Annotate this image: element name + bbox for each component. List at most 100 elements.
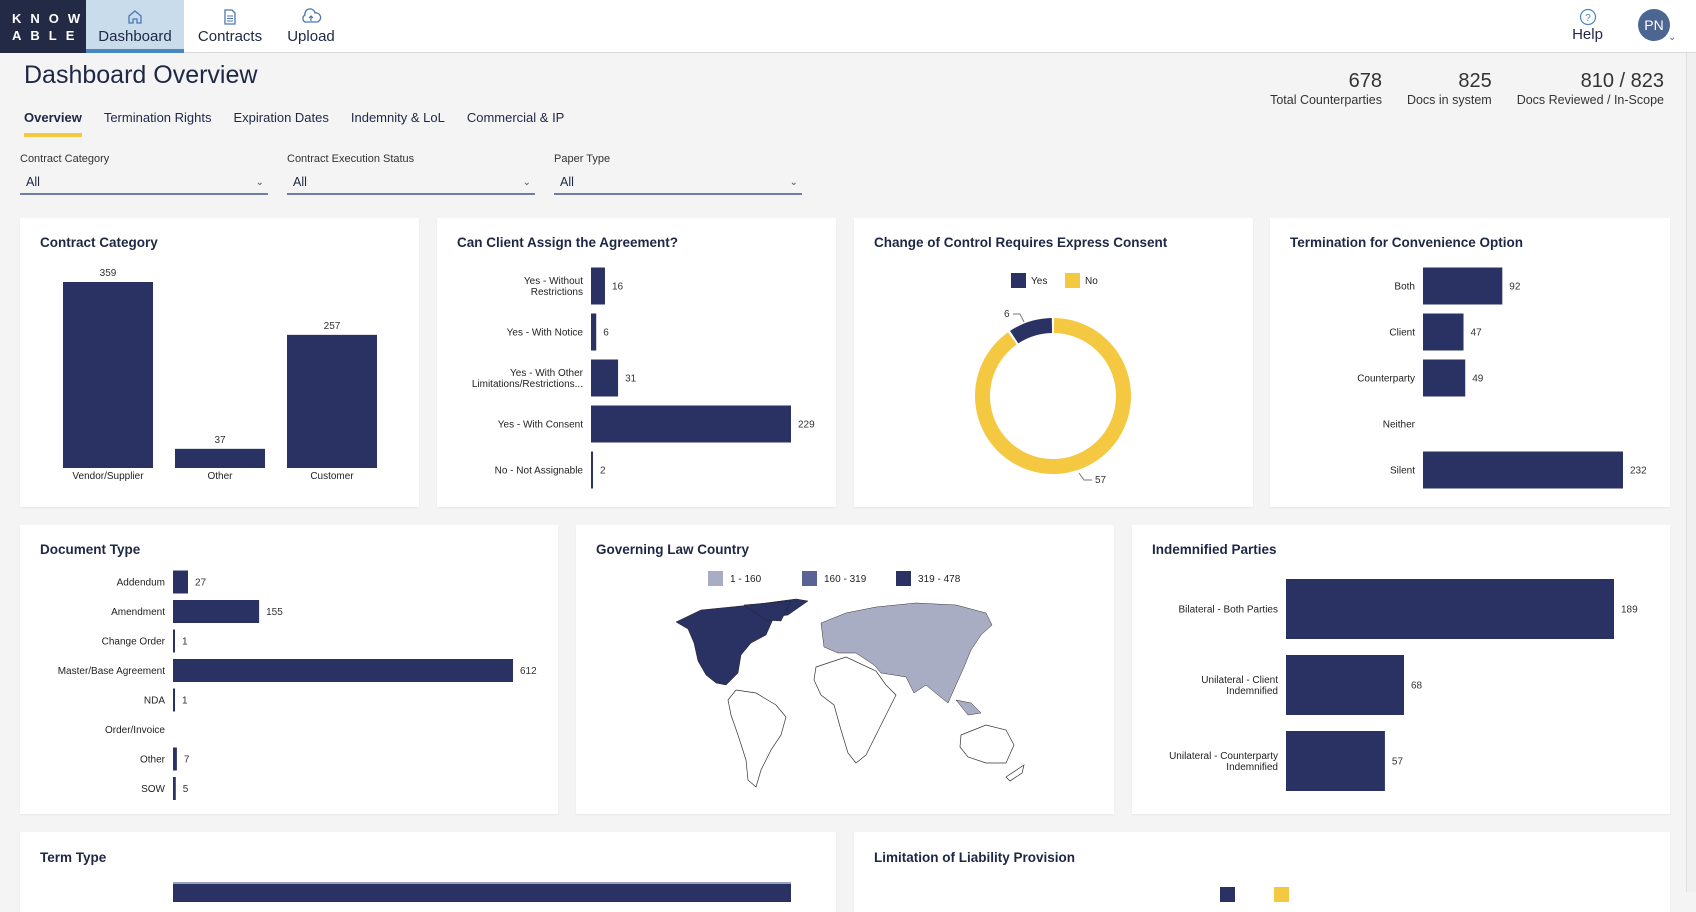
- category-label: Indemnified: [1226, 762, 1278, 773]
- world-map: [675, 598, 1025, 788]
- data-label: 229: [798, 420, 815, 431]
- category-label: No - Not Assignable: [495, 466, 584, 477]
- category-label: Unilateral - Client: [1201, 675, 1278, 686]
- data-label: 1: [182, 637, 188, 648]
- dashboard-tabs: Overview Termination Rights Expiration D…: [24, 110, 564, 137]
- donut-slice: [975, 318, 1131, 474]
- legend-swatch: [708, 571, 723, 586]
- data-label: 232: [1630, 466, 1647, 477]
- category-label: Other: [140, 755, 166, 766]
- bar: [1286, 579, 1614, 639]
- execution-status-select[interactable]: All ⌄: [287, 171, 535, 195]
- legend-swatch-yes: [1220, 887, 1235, 902]
- card-indemnified-parties: Indemnified Parties Bilateral - Both Par…: [1132, 525, 1670, 814]
- stat-total-counterparties: 678 Total Counterparties: [1270, 70, 1382, 107]
- page-scrollbar[interactable]: [1686, 53, 1696, 892]
- region-north-america: [675, 598, 809, 686]
- tab-termination-rights[interactable]: Termination Rights: [104, 110, 212, 137]
- card-contract-category: Contract Category 359 Vendor/Supplier 37 Ot…: [20, 218, 419, 507]
- data-label: 6: [603, 328, 609, 339]
- data-label: 57: [1095, 475, 1107, 486]
- legend-swatch: [896, 571, 911, 586]
- data-label: 155: [266, 607, 283, 618]
- tab-commercial-ip[interactable]: Commercial & IP: [467, 110, 565, 137]
- category-label: Neither: [1383, 420, 1416, 431]
- contract-category-chart: 359 Vendor/Supplier 37 Other 257 Customer: [63, 268, 377, 482]
- termination-convenience-chart: Both 92 Client 47 Counterparty 49 Neither Silen…: [1357, 267, 1647, 489]
- bar: [173, 570, 188, 594]
- chevron-down-icon: ⌄: [255, 176, 264, 188]
- data-label: 49: [1472, 374, 1484, 385]
- legend-swatch: [802, 571, 817, 586]
- bar: [1423, 359, 1466, 397]
- category-label: Counterparty: [1357, 374, 1415, 385]
- term-type-bar: [173, 882, 791, 902]
- bar: [591, 359, 619, 397]
- bar: [173, 747, 177, 771]
- bar: [591, 313, 597, 351]
- donut-slice: [1010, 318, 1053, 344]
- category-label: Yes - With Notice: [507, 328, 584, 339]
- card-document-type: Document Type Addendum 27 Amendment 155 Chan…: [20, 525, 558, 814]
- nav-upload[interactable]: Upload: [280, 0, 342, 53]
- data-label: 257: [324, 321, 341, 332]
- region-south-america: [727, 689, 787, 788]
- stat-docs-in-system: 825 Docs in system: [1406, 70, 1492, 107]
- filter-execution-status: Contract Execution Status All ⌄: [287, 153, 535, 195]
- data-label: 5: [183, 784, 189, 795]
- card-termination-convenience: Termination for Convenience Option Both 9…: [1270, 218, 1670, 507]
- paper-type-select[interactable]: All ⌄: [554, 171, 802, 195]
- tab-expiration-dates[interactable]: Expiration Dates: [233, 110, 328, 137]
- data-label: 359: [100, 268, 117, 279]
- legend-swatch-yes: [1011, 273, 1026, 288]
- top-navigation-bar: KNOW ABLE Dashboard Contracts Upload ? H…: [0, 0, 1696, 53]
- category-label: Limitations/Restrictions...: [472, 379, 583, 390]
- bar: [1286, 731, 1385, 791]
- bar: [591, 451, 593, 489]
- knowable-logo[interactable]: KNOW ABLE: [0, 0, 86, 53]
- category-label: Client: [1389, 328, 1415, 339]
- tab-indemnity-lol[interactable]: Indemnity & LoL: [351, 110, 445, 137]
- chevron-down-icon: ⌄: [789, 176, 798, 188]
- region-australia: [959, 724, 1015, 764]
- category-label: Restrictions: [531, 287, 583, 298]
- bar: [175, 448, 265, 468]
- tab-overview[interactable]: Overview: [24, 110, 82, 137]
- bar: [63, 282, 153, 468]
- user-avatar[interactable]: PN: [1638, 9, 1670, 41]
- bar: [1423, 267, 1503, 305]
- data-label: 189: [1621, 605, 1638, 616]
- cloud-upload-icon: [302, 8, 322, 23]
- category-label: Yes - Without: [524, 276, 583, 287]
- category-label: Silent: [1390, 466, 1415, 477]
- bar: [173, 659, 513, 682]
- category-label: Order/Invoice: [105, 725, 165, 736]
- page-title: Dashboard Overview: [24, 61, 258, 89]
- bar: [173, 688, 175, 712]
- data-label: 16: [612, 282, 624, 293]
- help-button[interactable]: ? Help: [1565, 8, 1610, 43]
- chevron-down-icon: ⌄: [522, 176, 531, 188]
- chevron-down-icon[interactable]: ⌄: [1668, 32, 1676, 43]
- category-label: Customer: [310, 471, 354, 482]
- legend-swatch-no: [1274, 887, 1289, 902]
- bar: [591, 405, 791, 443]
- contract-category-select[interactable]: All ⌄: [20, 171, 268, 195]
- data-label: 92: [1509, 282, 1521, 293]
- category-label: SOW: [141, 784, 165, 795]
- nav-contracts[interactable]: Contracts: [190, 0, 270, 53]
- stat-docs-reviewed: 810 / 823 Docs Reviewed / In-Scope: [1516, 70, 1664, 107]
- svg-text:?: ?: [1585, 13, 1591, 24]
- legend-label: 160 - 319: [824, 574, 867, 585]
- nav-dashboard[interactable]: Dashboard: [86, 0, 184, 53]
- leader-line: [1078, 472, 1092, 481]
- category-label: Other: [207, 471, 233, 482]
- bar: [173, 629, 175, 653]
- category-label: Addendum: [117, 578, 165, 589]
- document-icon: [224, 9, 236, 25]
- legend-label-no: No: [1085, 276, 1098, 287]
- category-label: NDA: [144, 696, 165, 707]
- bar: [591, 267, 605, 305]
- category-label: Master/Base Agreement: [58, 666, 165, 677]
- legend-label-yes: Yes: [1031, 276, 1047, 287]
